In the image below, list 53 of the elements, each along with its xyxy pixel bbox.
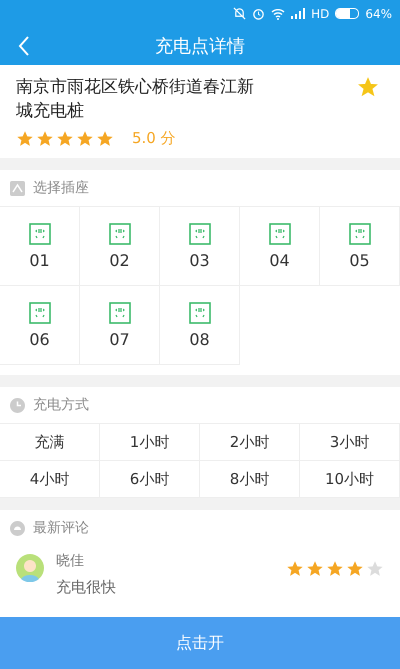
power-socket-icon <box>108 302 130 324</box>
review-text: 充电很快 <box>56 578 117 597</box>
socket-option[interactable]: 05 <box>320 207 400 286</box>
socket-option[interactable]: 07 <box>80 286 160 365</box>
rating-star-icon <box>366 560 384 578</box>
signal-icon <box>291 8 306 19</box>
rating-star-icon <box>76 130 94 148</box>
rating-star-icon <box>16 130 34 148</box>
favorite-star-icon[interactable] <box>358 77 378 97</box>
charge-duration-option[interactable]: 2小时 <box>200 424 300 461</box>
charge-duration-option[interactable]: 8小时 <box>200 461 300 498</box>
battery-icon <box>335 8 360 19</box>
charge-duration-option[interactable]: 6小时 <box>100 461 200 498</box>
rating-star-icon <box>96 130 114 148</box>
rating-star-icon <box>326 560 344 578</box>
power-socket-icon <box>188 222 210 244</box>
power-socket-icon <box>188 302 210 324</box>
rating-star-icon <box>346 560 364 578</box>
wifi-icon <box>271 8 286 20</box>
station-name: 南京市雨花区铁心桥街道春江新城充电桩 <box>16 76 255 123</box>
rating-score: 5.0 分 <box>132 129 176 148</box>
charge-duration-option[interactable]: 1小时 <box>100 424 200 461</box>
power-socket-icon <box>108 222 130 244</box>
socket-option[interactable]: 02 <box>80 207 160 286</box>
power-socket-icon <box>268 222 290 244</box>
page-title: 充电点详情 <box>155 35 245 58</box>
socket-option[interactable]: 08 <box>160 286 240 365</box>
charge-duration-option[interactable]: 4小时 <box>0 461 100 498</box>
back-icon <box>18 36 30 56</box>
power-socket-icon <box>28 222 50 244</box>
socket-option[interactable]: 06 <box>0 286 80 365</box>
section-title: 充电方式 <box>33 396 89 414</box>
reviewer-name: 晓佳 <box>56 552 85 570</box>
alarm-icon <box>252 7 266 20</box>
power-socket-icon <box>348 222 370 244</box>
power-socket-icon <box>28 302 50 324</box>
avatar <box>16 554 44 582</box>
rating-star-icon <box>306 560 324 578</box>
clock-icon <box>10 398 25 412</box>
charge-duration-option[interactable]: 充满 <box>0 424 100 461</box>
section-title: 最新评论 <box>33 519 89 537</box>
socket-option[interactable]: 04 <box>240 207 320 286</box>
rating-star-icon <box>56 130 74 148</box>
charge-duration-option[interactable]: 10小时 <box>300 461 400 498</box>
charge-duration-option[interactable]: 3小时 <box>300 424 400 461</box>
battery-percent: 64% <box>365 6 392 20</box>
network-label: HD <box>311 6 330 20</box>
section-title: 选择插座 <box>33 179 89 197</box>
rating-star-icon <box>286 560 304 578</box>
socket-option[interactable]: 03 <box>160 207 240 286</box>
mute-icon <box>233 7 246 20</box>
rating-star-icon <box>36 130 54 148</box>
socket-option[interactable]: 01 <box>0 207 80 286</box>
